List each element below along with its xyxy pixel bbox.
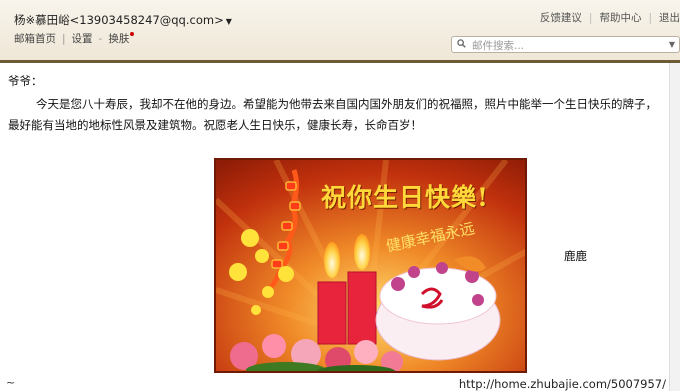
search-icon [457, 39, 466, 48]
logout-link[interactable]: 退出 [659, 12, 680, 24]
search-placeholder[interactable]: 邮件搜索... [472, 38, 524, 53]
mailbox-nav: 邮箱首页 | 设置 - 换肤 [14, 31, 135, 46]
divider: | [62, 33, 66, 45]
watermark-url: http://home.zhubajie.com/5007957/ [458, 377, 666, 391]
tilde-mark: ~ [6, 376, 16, 389]
settings-link[interactable]: 设置 [72, 33, 93, 45]
birthday-card-image: 祝你生日快樂! 健康幸福永远 [214, 158, 527, 373]
chevron-down-icon[interactable]: ▼ [669, 40, 675, 49]
divider: - [98, 33, 103, 45]
account-menu[interactable]: 杨※慕田峪<13903458247@qq.com> ▼ [14, 12, 232, 28]
mailbox-home-link[interactable]: 邮箱首页 [14, 33, 56, 45]
message-paragraph: 今天是您八十寿辰，我却不在他的身边。希望能为他带去来自国内国外朋友们的祝福照，照… [8, 97, 657, 132]
caret-down-icon[interactable]: ▼ [226, 17, 232, 26]
feedback-link[interactable]: 反馈建议 [540, 12, 582, 24]
email-body: 爷爷： 今天是您八十寿辰，我却不在他的身边。希望能为他带去来自国内国外朋友们的祝… [0, 63, 670, 391]
divider: | [648, 12, 652, 24]
top-right-links: 反馈建议 | 帮助中心 | 退出 [540, 10, 680, 25]
help-center-link[interactable]: 帮助中心 [599, 12, 641, 24]
greeting: 爷爷： [8, 74, 43, 88]
card-title: 祝你生日快樂! [321, 183, 489, 212]
new-dot-icon [130, 32, 135, 36]
divider: | [588, 12, 593, 24]
mail-header: 杨※慕田峪<13903458247@qq.com> ▼ 邮箱首页 | 设置 - 换肤 反馈… [0, 0, 680, 63]
signature: 鹿鹿 [564, 249, 587, 263]
mail-search-box[interactable]: 邮件搜索... ▼ [451, 36, 680, 53]
scrollbar[interactable] [669, 63, 680, 391]
account-name[interactable]: 杨※慕田峪<13903458247@qq.com> [14, 13, 224, 27]
skin-link[interactable]: 换肤 [108, 33, 129, 45]
